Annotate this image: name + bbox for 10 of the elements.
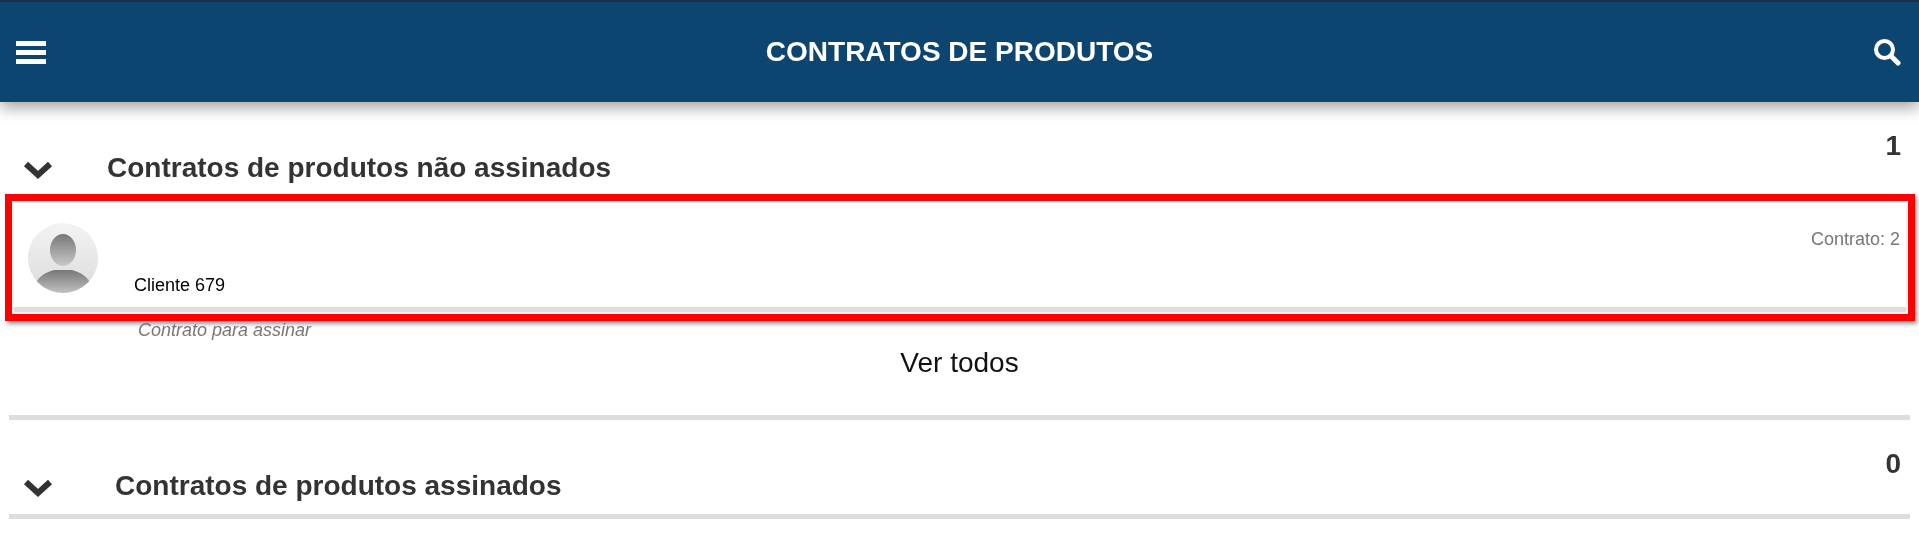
item-count: 0 (1885, 448, 1901, 480)
contract-card[interactable]: Cliente 679 Contrato: 2 (14, 203, 1906, 312)
item-count: 1 (1885, 130, 1901, 162)
client-name: Cliente 679 (134, 275, 227, 296)
section-title: Contratos de produtos não assinados (107, 152, 613, 184)
contract-number: Contrato: 2 (1810, 229, 1900, 250)
see-all-link[interactable]: Ver todos (900, 347, 1019, 379)
section-title: Contratos de produtos assinados (115, 470, 563, 502)
page-title: CONTRATOS DE PRODUTOS (765, 36, 1154, 68)
contract-status: Contrato para assinar (138, 320, 313, 341)
